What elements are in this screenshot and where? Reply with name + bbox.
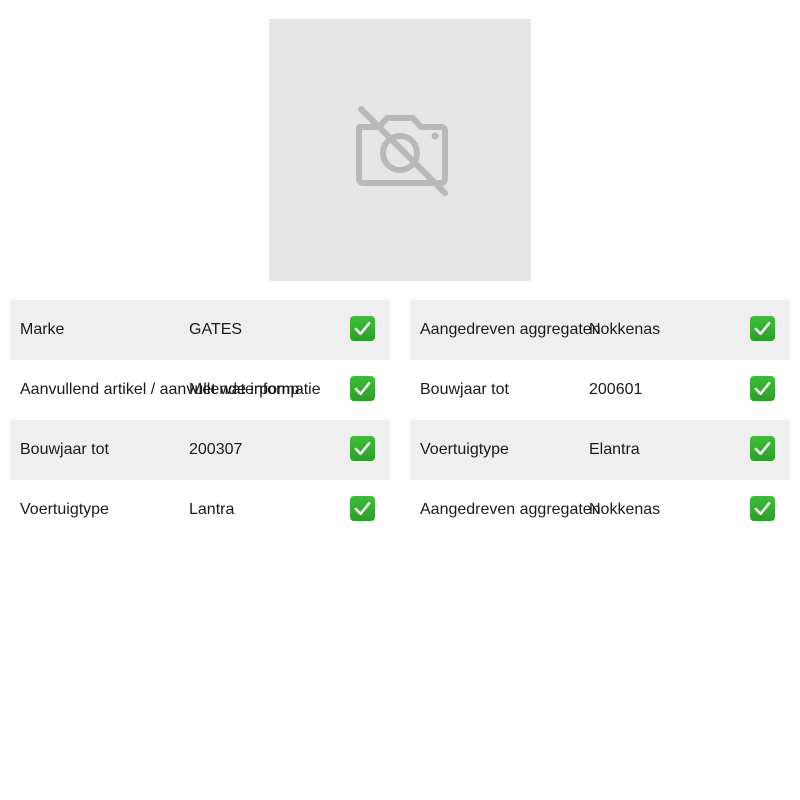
spec-row: Aangedreven aggregaten Nokkenas [410,300,790,360]
spec-table-right: Aangedreven aggregaten Nokkenas Bouwjaar… [410,300,790,540]
spec-row: Bouwjaar tot 200601 [410,360,790,420]
check-mark-icon [750,496,775,521]
spec-value: Nokkenas [589,321,661,338]
check-mark-icon [750,376,775,401]
product-image-placeholder [269,19,531,281]
spec-row: Marke GATES [10,300,390,360]
check-mark-icon [350,316,375,341]
spec-label: Voertuigtype [20,501,109,518]
spec-value: GATES [189,321,243,338]
spec-row: Voertuigtype Elantra [410,420,790,480]
spec-label: Aangedreven aggregaten [420,321,601,338]
spec-label: Aangedreven aggregaten [420,501,601,518]
spec-label: Marke [20,321,65,338]
spec-row: Aanvullend artikel / aanvullende informa… [10,360,390,420]
spec-row: Voertuigtype Lantra [10,480,390,540]
spec-value: Elantra [589,441,640,458]
spec-label: Bouwjaar tot [420,381,509,398]
no-photo-icon [356,106,448,196]
spec-value: Met waterpomp [189,381,300,398]
spec-label: Voertuigtype [420,441,509,458]
spec-label: Bouwjaar tot [20,441,109,458]
spec-row: Aangedreven aggregaten Nokkenas [410,480,790,540]
spec-value: Lantra [189,501,235,518]
check-mark-icon [750,436,775,461]
spec-row: Bouwjaar tot 200307 [10,420,390,480]
spec-value: 200601 [589,381,643,398]
spec-table-left: Marke GATES Aanvullend artikel / aanvull… [10,300,390,540]
spec-value: Nokkenas [589,501,661,518]
product-spec-page: Marke GATES Aanvullend artikel / aanvull… [0,0,800,800]
check-mark-icon [350,496,375,521]
check-mark-icon [750,316,775,341]
check-mark-icon [350,376,375,401]
check-mark-icon [350,436,375,461]
spec-value: 200307 [189,441,243,458]
